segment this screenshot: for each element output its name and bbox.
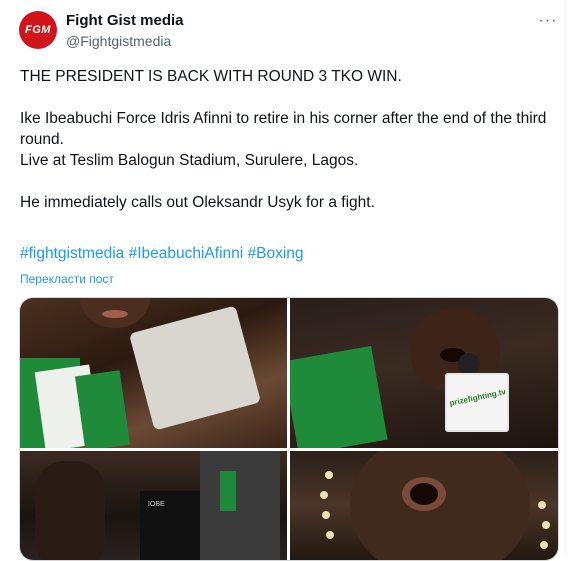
tweet-card: FGM Fight Gist media @Fightgistmedia ···… — [0, 0, 566, 561]
more-label: ··· — [538, 12, 558, 29]
tweet-line-3: Live at Teslim Balogun Stadium, Surulere… — [20, 152, 359, 169]
photo-1[interactable] — [20, 298, 287, 448]
author-display-name[interactable]: Fight Gist media — [66, 12, 184, 29]
avatar-logo-text: FGM — [25, 24, 51, 36]
hashtag-fightgistmedia[interactable]: #fightgistmedia — [20, 245, 124, 262]
hashtag-ibeabuchiafinni[interactable]: #IbeabuchiAfinni — [129, 245, 244, 262]
translate-post-link[interactable]: Перекласти пост — [20, 272, 114, 286]
tweet-line-2: Ike Ibeabuchi Force Idris Afinni to reti… — [20, 110, 547, 148]
trunks-label: IOBE — [148, 501, 165, 508]
more-horizontal-icon[interactable]: ··· — [537, 12, 559, 29]
author-handle[interactable]: @Fightgistmedia — [66, 33, 171, 49]
hashtag-boxing[interactable]: #Boxing — [248, 245, 304, 262]
mic-flag-label: prizefighting.tv — [448, 387, 507, 408]
photo-2[interactable]: prizefighting.tv — [290, 298, 558, 448]
tweet-text: THE PRESIDENT IS BACK WITH ROUND 3 TKO W… — [20, 66, 550, 213]
photo-4[interactable] — [290, 451, 558, 560]
author-avatar[interactable]: FGM — [19, 11, 57, 49]
photo-3[interactable]: IOBE — [20, 451, 287, 560]
tweet-line-1: THE PRESIDENT IS BACK WITH ROUND 3 TKO W… — [20, 68, 402, 85]
tweet-line-4: He immediately calls out Oleksandr Usyk … — [20, 194, 375, 211]
hashtag-list: #fightgistmedia #IbeabuchiAfinni #Boxing — [20, 245, 304, 263]
media-grid: prizefighting.tv IOBE — [19, 297, 559, 561]
